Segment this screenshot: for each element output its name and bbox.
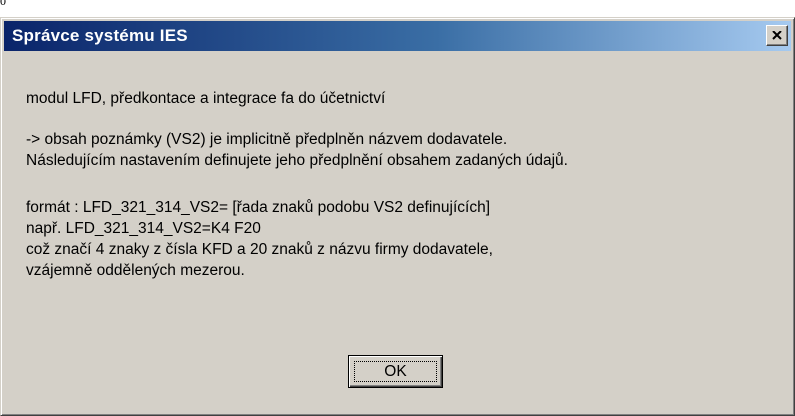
window-title: Správce systému IES: [12, 26, 188, 45]
close-icon: [772, 31, 782, 40]
message-line: modul LFD, předkontace a integrace fa do…: [26, 90, 386, 107]
message-line: Následujícím nastavením definujete jeho …: [26, 152, 568, 169]
message-line: což značí 4 znaky z čísla KFD a 20 znaků…: [26, 241, 493, 258]
ok-button-label: OK: [384, 362, 407, 380]
title-bar[interactable]: Správce systému IES: [4, 21, 791, 51]
corner-glyph: 0: [0, 0, 6, 8]
message-line: např. LFD_321_314_VS2=K4 F20: [26, 220, 261, 237]
message-text: modul LFD, předkontace a integrace fa do…: [26, 88, 784, 281]
message-line: vzájemně oddělených mezerou.: [26, 262, 245, 279]
ok-button[interactable]: OK: [348, 355, 443, 388]
close-button[interactable]: [766, 25, 788, 46]
message-dialog: Správce systému IES modul LFD, předkonta…: [0, 17, 795, 416]
message-line: formát : LFD_321_314_VS2= [řada znaků po…: [26, 199, 491, 216]
message-line: -> obsah poznámky (VS2) je implicitně př…: [26, 131, 508, 148]
